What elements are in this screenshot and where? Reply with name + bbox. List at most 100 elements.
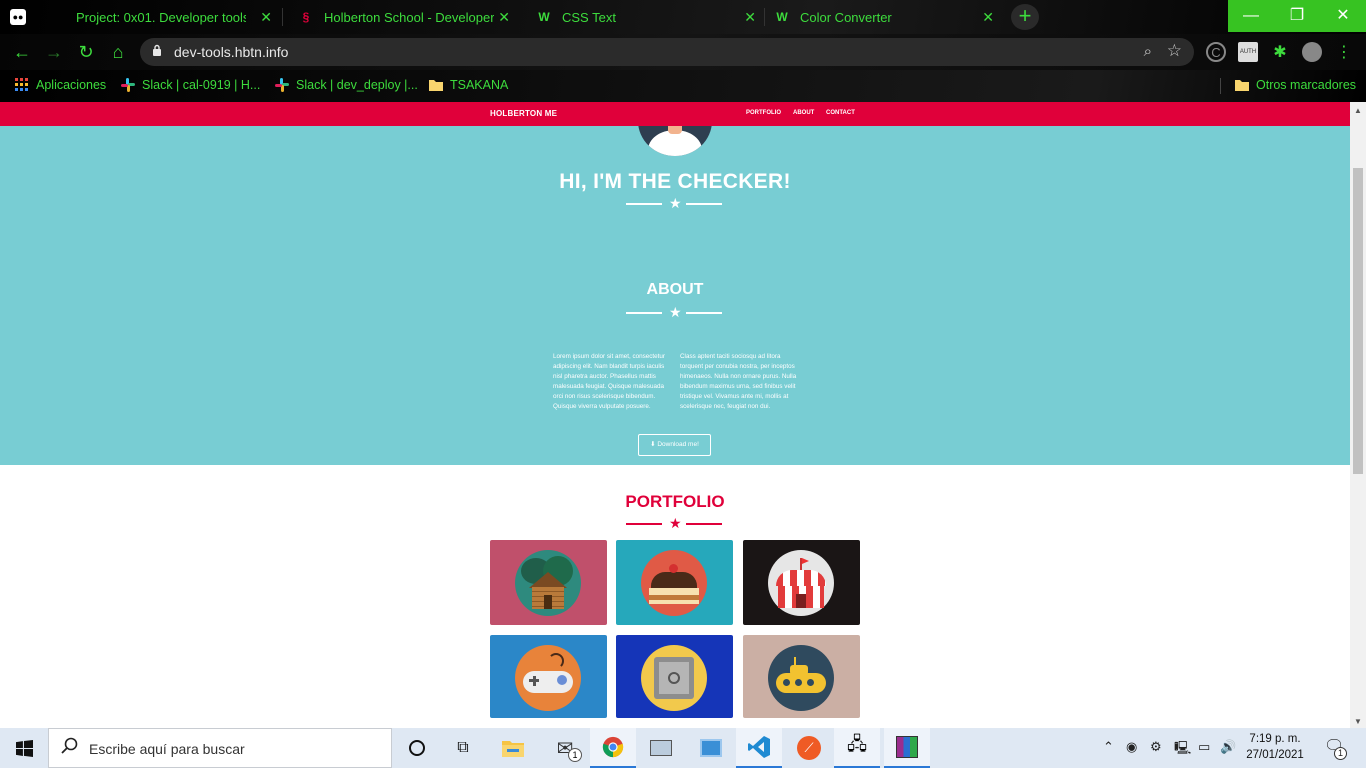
folder-icon (1235, 80, 1249, 91)
tab-project-developer-tools[interactable]: ●● Project: 0x01. Developer tools | H ✕ (10, 0, 282, 34)
star-icon: ★ (669, 195, 682, 211)
other-bookmarks-label: Otros marcadores (1256, 78, 1357, 92)
about-title: ABOUT (646, 281, 704, 298)
close-window-button[interactable]: ✕ (1320, 0, 1366, 32)
new-tab-button[interactable]: + (1011, 4, 1039, 30)
close-tab-icon[interactable]: ✕ (498, 9, 510, 26)
holberton-icon: § (302, 10, 310, 24)
bookmark-star-icon[interactable]: ☆ (1167, 41, 1182, 61)
mail-button[interactable]: ✉ 1 (542, 728, 588, 768)
download-label: Download me! (657, 441, 699, 448)
minimize-button[interactable]: — (1228, 0, 1274, 32)
home-button[interactable]: ⌂ (106, 40, 130, 64)
hero-title: HI, I'M THE CHECKER! (559, 170, 791, 193)
file-explorer-button[interactable] (490, 728, 536, 768)
folder-icon (502, 741, 524, 757)
network-icon: 🖧 (846, 734, 868, 754)
nav-link-about[interactable]: ABOUT (793, 110, 814, 116)
windows-logo-icon (16, 740, 33, 757)
close-tab-icon[interactable]: ✕ (260, 9, 272, 26)
tab-title: Project: 0x01. Developer tools | H (76, 9, 246, 25)
tab-holberton-school[interactable]: § Holberton School - Developer to ✕ (298, 0, 520, 34)
bookmark-label: Slack | cal-0919 | H... (142, 78, 261, 92)
medium-icon: ●● (10, 9, 26, 25)
about-divider: ★ (626, 304, 722, 320)
chrome-icon (602, 736, 624, 758)
network-app-button[interactable]: 🖧 (834, 728, 880, 768)
reload-button[interactable]: ↻ (74, 40, 98, 64)
taskbar-search-box[interactable]: Escribe aquí para buscar (48, 728, 392, 768)
portfolio-item-game-controller[interactable] (490, 635, 607, 718)
site-brand[interactable]: HOLBERTON ME (490, 109, 557, 118)
extension-icon[interactable]: C (1206, 42, 1226, 62)
bookmark-slack-dev[interactable]: Slack | dev_deploy |... (274, 77, 418, 93)
volume-icon[interactable]: 🔊 (1220, 739, 1236, 755)
tab-css-text[interactable]: W CSS Text ✕ (536, 0, 766, 34)
tab-strip: ●● Project: 0x01. Developer tools | H ✕ … (0, 0, 1366, 34)
vscode-button[interactable] (736, 728, 782, 768)
start-button[interactable] (0, 728, 48, 768)
chrome-button[interactable] (590, 728, 636, 768)
back-button[interactable]: ← (10, 40, 34, 64)
search-icon (61, 737, 78, 754)
network-status-icon[interactable]: 🖳 (1174, 739, 1191, 761)
star-icon: ★ (669, 304, 682, 320)
address-bar[interactable]: dev-tools.hbtn.info ⌕ ☆ (140, 38, 1194, 66)
slack-icon (275, 78, 289, 92)
clock-date: 27/01/2021 (1246, 749, 1304, 761)
download-button[interactable]: ⬇ Download me! (638, 434, 711, 456)
other-bookmarks[interactable]: Otros marcadores (1234, 77, 1356, 93)
portfolio-divider: ★ (626, 515, 722, 531)
bookmark-tsakana[interactable]: TSAKANA (428, 77, 508, 93)
notification-center-button[interactable]: 🗨 1 (1324, 736, 1347, 760)
bookmark-label: TSAKANA (450, 78, 509, 92)
submarine-icon (768, 645, 834, 711)
picture-icon (650, 740, 672, 756)
tab-title: Holberton School - Developer to (324, 9, 494, 25)
scrollbar-thumb[interactable] (1353, 168, 1363, 474)
task-view-button[interactable]: ⧉ (440, 728, 486, 768)
tab-title: CSS Text (562, 9, 616, 25)
nav-link-portfolio[interactable]: PORTFOLIO (746, 110, 781, 116)
nav-link-contact[interactable]: CONTACT (826, 110, 855, 116)
portfolio-item-circus[interactable] (743, 540, 860, 625)
system-clock[interactable]: 7:19 p. m. 27/01/2021 (1240, 731, 1310, 763)
bookmark-apps[interactable]: Aplicaciones (14, 77, 106, 93)
bookmark-slack-cal[interactable]: Slack | cal-0919 | H... (120, 77, 260, 93)
postman-button[interactable]: ⟋ (786, 728, 832, 768)
remote-desktop-button[interactable] (688, 728, 734, 768)
portfolio-item-cabin[interactable] (490, 540, 607, 625)
portfolio-item-safe[interactable] (616, 635, 733, 718)
close-tab-icon[interactable]: ✕ (982, 9, 994, 26)
cortana-icon (409, 740, 425, 756)
site-navbar: HOLBERTON ME PORTFOLIO ABOUT CONTACT (0, 102, 1350, 126)
close-tab-icon[interactable]: ✕ (744, 9, 756, 26)
tab-color-converter[interactable]: W Color Converter ✕ (774, 0, 1004, 34)
menu-kebab-icon[interactable]: ⋮ (1334, 42, 1354, 62)
about-text-right: Class aptent taciti sociosqu ad litora t… (680, 353, 797, 410)
portfolio-item-submarine[interactable] (743, 635, 860, 718)
download-icon: ⬇ (650, 441, 656, 448)
vscode-icon (748, 736, 770, 758)
cortana-button[interactable] (394, 728, 440, 768)
device-icon[interactable]: ▭ (1198, 739, 1210, 755)
bookmark-label: Aplicaciones (36, 78, 107, 92)
show-hidden-icons[interactable]: ⌃ (1103, 739, 1114, 755)
screenshot-app-button[interactable] (638, 728, 684, 768)
scroll-up-icon[interactable]: ▲ (1354, 106, 1362, 115)
portfolio-title: PORTFOLIO (625, 492, 725, 511)
zoom-icon[interactable]: ⌕ (1144, 43, 1152, 60)
winrar-button[interactable] (884, 728, 930, 768)
steam-icon[interactable]: ◉ (1126, 739, 1137, 755)
sync-icon[interactable]: ⚙ (1150, 739, 1162, 755)
extensions-puzzle-icon[interactable]: ✱ (1270, 42, 1290, 62)
portfolio-item-cake[interactable] (616, 540, 733, 625)
scroll-down-icon[interactable]: ▼ (1354, 717, 1362, 726)
extension-auth-icon[interactable]: AUTH (1238, 42, 1258, 62)
circus-tent-icon (768, 550, 834, 616)
forward-button[interactable]: → (42, 40, 66, 64)
profile-avatar[interactable] (1302, 42, 1322, 62)
w3schools-icon: W (538, 10, 550, 24)
restore-button[interactable]: ❐ (1274, 0, 1320, 32)
page-scrollbar[interactable]: ▲ ▼ (1350, 102, 1366, 728)
